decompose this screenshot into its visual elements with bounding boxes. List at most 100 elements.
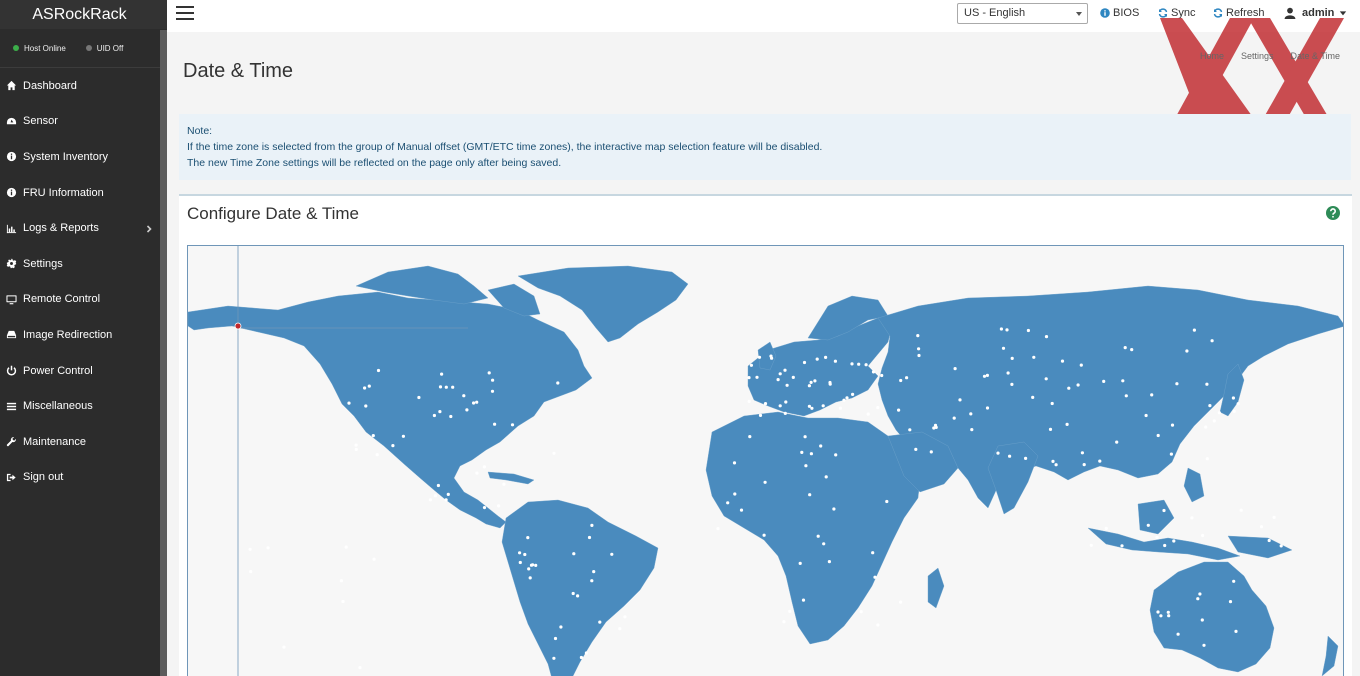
city-dot[interactable] [451,385,455,389]
city-dot[interactable] [552,656,556,660]
sidebar-item-maintenance[interactable]: Maintenance [0,424,167,460]
city-dot[interactable] [341,599,345,604]
city-dot[interactable] [249,570,253,574]
city-dot[interactable] [432,413,436,418]
city-dot[interactable] [266,546,270,550]
city-dot[interactable] [428,498,432,502]
city-dot[interactable] [1162,508,1166,513]
city-dot[interactable] [1236,402,1240,406]
city-dot[interactable] [1098,459,1102,463]
sidebar-item-system-inventory[interactable]: System Inventory [0,139,167,175]
city-dot[interactable] [1176,632,1180,636]
city-dot[interactable] [1170,423,1175,427]
city-dot[interactable] [1008,454,1012,458]
city-dot[interactable] [1032,355,1036,359]
city-dot[interactable] [584,651,588,655]
city-dot[interactable] [845,396,849,400]
city-dot[interactable] [929,450,933,454]
sidebar-item-miscellaneous[interactable]: Miscellaneous [0,388,167,424]
city-dot[interactable] [354,447,358,451]
city-dot[interactable] [1231,396,1235,400]
city-dot[interactable] [1104,526,1108,530]
city-dot[interactable] [824,355,828,359]
city-dot[interactable] [933,423,938,427]
city-dot[interactable] [493,422,497,426]
sidebar-item-image-redirection[interactable]: Image Redirection [0,317,167,353]
city-dot[interactable] [824,475,828,479]
city-dot[interactable] [885,499,889,504]
city-dot[interactable] [1124,394,1128,398]
city-dot[interactable] [482,506,487,510]
city-dot[interactable] [1155,535,1159,540]
city-dot[interactable] [576,594,580,598]
city-dot[interactable] [1198,592,1202,596]
city-dot[interactable] [958,398,962,402]
city-dot[interactable] [534,563,538,567]
city-dot[interactable] [821,404,825,408]
city-dot[interactable] [449,414,453,419]
city-dot[interactable] [358,666,362,670]
city-dot[interactable] [952,416,956,420]
city-dot[interactable] [391,444,395,448]
city-dot[interactable] [1205,457,1209,461]
city-dot[interactable] [908,428,912,432]
city-dot[interactable] [783,411,787,415]
city-dot[interactable] [807,404,812,408]
city-dot[interactable] [791,375,795,379]
city-dot[interactable] [1159,614,1163,618]
city-dot[interactable] [880,373,884,378]
city-dot[interactable] [871,551,875,555]
city-dot[interactable] [1089,543,1093,547]
city-dot[interactable] [363,386,367,390]
city-dot[interactable] [1006,371,1010,375]
city-dot[interactable] [1082,463,1086,467]
city-dot[interactable] [372,557,376,561]
city-dot[interactable] [1080,451,1084,455]
city-dot[interactable] [801,598,806,602]
city-dot[interactable] [527,567,531,571]
city-dot[interactable] [809,452,814,456]
city-dot[interactable] [1123,346,1127,350]
city-dot[interactable] [462,394,466,398]
city-dot[interactable] [747,399,751,403]
city-dot[interactable] [859,610,863,614]
city-dot[interactable] [490,389,495,393]
city-dot[interactable] [866,412,870,416]
city-dot[interactable] [438,410,442,414]
city-dot[interactable] [822,542,826,546]
city-dot[interactable] [798,561,802,565]
city-dot[interactable] [526,536,530,540]
city-dot[interactable] [375,453,379,457]
city-dot[interactable] [248,547,252,551]
city-dot[interactable] [982,374,987,378]
city-dot[interactable] [446,492,450,496]
breadcrumb-home[interactable]: Home [1200,51,1224,61]
city-dot[interactable] [832,507,836,511]
city-dot[interactable] [475,471,479,475]
language-select[interactable]: US - English [957,3,1088,24]
city-dot[interactable] [1156,610,1160,614]
city-dot[interactable] [807,384,812,388]
city-dot[interactable] [440,372,444,376]
city-dot[interactable] [1232,409,1236,413]
city-dot[interactable] [782,620,786,624]
city-dot[interactable] [1076,383,1080,387]
city-dot[interactable] [1026,328,1030,333]
city-dot[interactable] [1024,456,1028,460]
bios-link[interactable]: BIOS [1100,7,1139,19]
city-dot[interactable] [1163,543,1167,548]
menu-toggle-icon[interactable] [176,6,194,20]
city-dot[interactable] [833,359,838,363]
city-dot[interactable] [864,363,868,367]
city-dot[interactable] [1001,346,1006,350]
city-dot[interactable] [1212,419,1216,423]
city-dot[interactable] [482,465,486,469]
sidebar-item-fru-information[interactable]: FRU Information [0,175,167,211]
city-dot[interactable] [528,576,532,580]
city-dot[interactable] [1234,629,1238,633]
city-dot[interactable] [1192,328,1196,332]
city-dot[interactable] [899,600,903,604]
city-dot[interactable] [755,375,759,379]
city-dot[interactable] [838,406,843,410]
city-dot[interactable] [810,406,814,410]
